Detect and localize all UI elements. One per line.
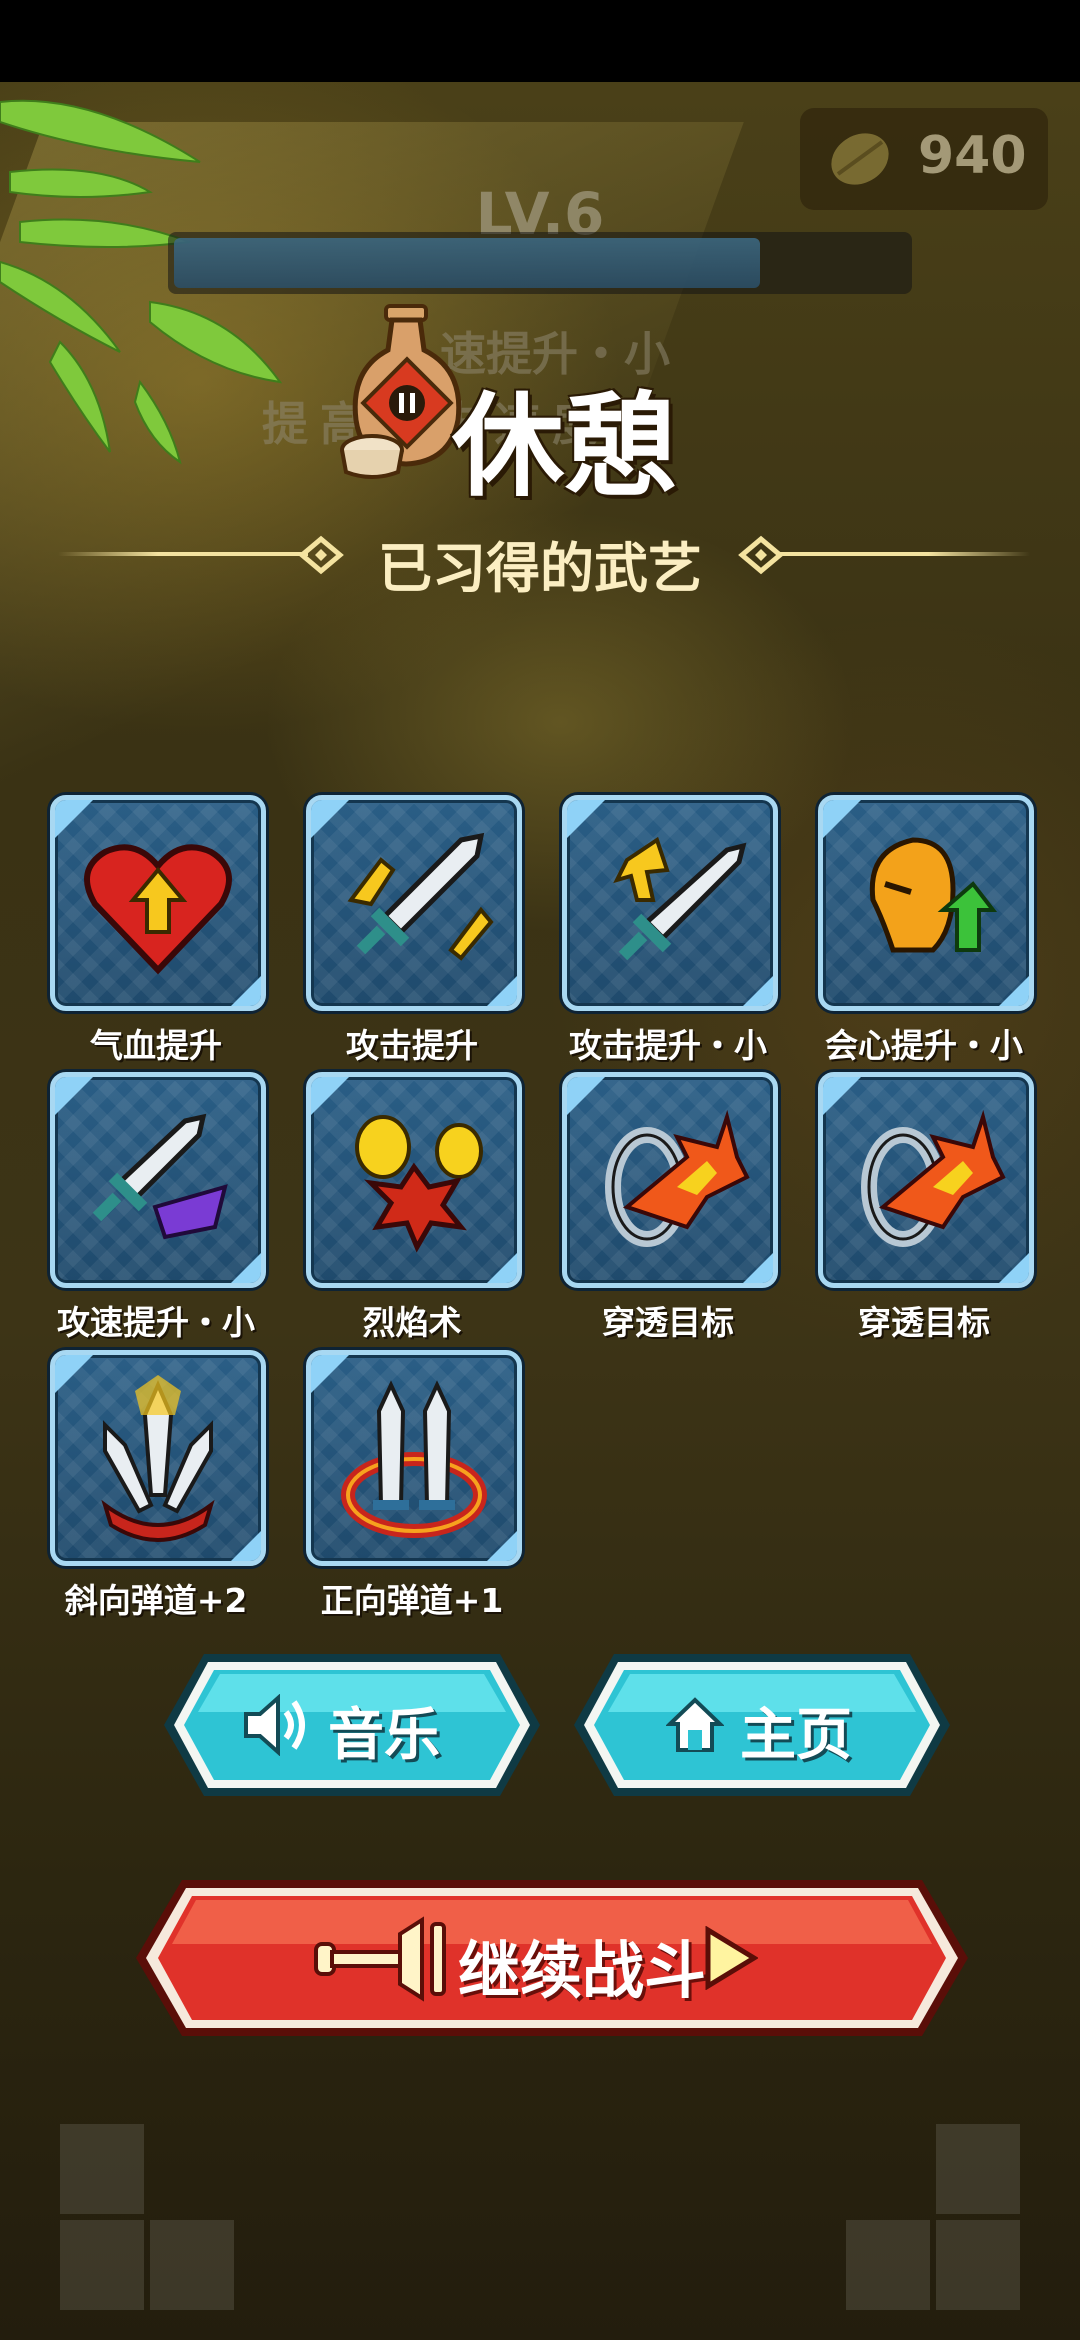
- skill-card[interactable]: 正向弹道+1: [306, 1350, 522, 1622]
- skill-label: 气血提升: [90, 1026, 222, 1065]
- sword-hilt-icon: [314, 1916, 446, 2002]
- skill-card[interactable]: 穿透目标: [562, 1072, 778, 1344]
- skill-label: 穿透目标: [858, 1303, 990, 1342]
- background-tiles-decoration: [60, 2124, 1020, 2310]
- skill-card[interactable]: 攻击提升・小: [562, 795, 778, 1067]
- divider-line-right: [776, 552, 1030, 556]
- coin-counter: 940: [800, 108, 1048, 210]
- skill-card[interactable]: 会心提升・小: [818, 795, 1034, 1067]
- music-button[interactable]: 音乐: [160, 1650, 544, 1800]
- flame-burst-icon: [355, 1115, 483, 1253]
- xp-bar-fill: [174, 238, 760, 288]
- home-icon: [666, 1697, 724, 1752]
- skill-label: 斜向弹道+2: [64, 1581, 248, 1620]
- skill-card[interactable]: 攻速提升・小: [50, 1072, 266, 1344]
- sword-arrow-icon: [613, 836, 747, 961]
- divider-line-left: [58, 552, 308, 556]
- music-button-label: 音乐: [328, 1703, 440, 1768]
- skill-label: 烈焰术: [362, 1303, 462, 1342]
- skill-card[interactable]: 气血提升: [50, 795, 266, 1067]
- heart-up-icon: [84, 844, 232, 975]
- skill-card[interactable]: 斜向弹道+2: [50, 1350, 266, 1622]
- skill-card[interactable]: 穿透目标: [818, 1072, 1034, 1344]
- sword-double-arrow-icon: [347, 832, 494, 961]
- forward-swords-icon: [341, 1380, 487, 1538]
- leaf-coin-icon: [831, 133, 889, 185]
- skill-card[interactable]: 攻击提升: [306, 795, 522, 1067]
- xp-bar: [168, 232, 912, 294]
- continue-battle-label: 继续战斗: [458, 1934, 707, 2007]
- sword-speed-icon: [92, 1113, 228, 1240]
- skill-label: 穿透目标: [602, 1303, 734, 1342]
- play-arrow-icon: [705, 1926, 758, 1990]
- pierce-ring-icon: [861, 1109, 1006, 1247]
- speaker-icon: [244, 1694, 305, 1756]
- home-button[interactable]: 主页: [570, 1650, 954, 1800]
- diagonal-swords-icon: [101, 1375, 215, 1542]
- home-button-label: 主页: [740, 1703, 852, 1768]
- status-bar: [0, 0, 1080, 82]
- skill-label: 会心提升・小: [825, 1026, 1023, 1065]
- pierce-ring-icon: [605, 1109, 750, 1247]
- section-title: 已习得的武艺: [378, 537, 702, 600]
- coin-value: 940: [918, 126, 1027, 186]
- skill-card[interactable]: 烈焰术: [306, 1072, 522, 1344]
- divider-ornament-left: [298, 535, 344, 575]
- continue-battle-button[interactable]: 继续战斗: [132, 1876, 972, 2040]
- skill-label: 攻击提升・小: [569, 1026, 767, 1065]
- skill-label: 攻速提升・小: [57, 1303, 255, 1342]
- pause-title: 休憩: [452, 382, 676, 512]
- skill-label: 正向弹道+1: [320, 1581, 504, 1620]
- skill-label: 攻击提升: [346, 1026, 478, 1065]
- gourd-pause-icon: [340, 304, 462, 479]
- critical-head-icon: [869, 837, 998, 953]
